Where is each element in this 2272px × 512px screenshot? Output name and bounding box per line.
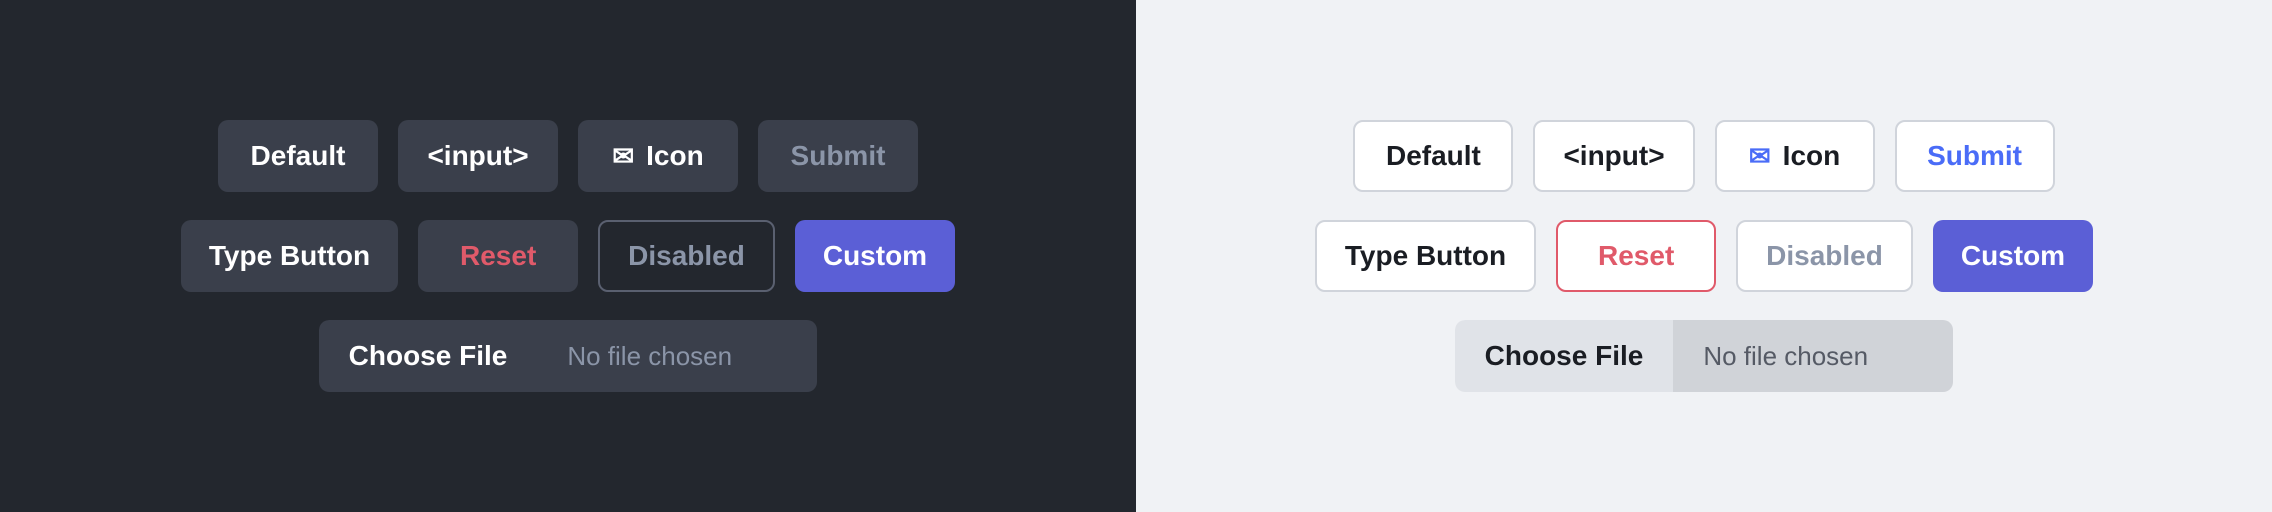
light-row-1: Default <input> ✉ Icon Submit xyxy=(1353,120,2054,192)
dark-reset-button[interactable]: Reset xyxy=(418,220,578,292)
dark-row-1: Default <input> ✉ Icon Submit xyxy=(218,120,918,192)
dark-typebutton-button[interactable]: Type Button xyxy=(181,220,398,292)
dark-no-file-label: No file chosen xyxy=(537,320,817,392)
dark-input-label: <input> xyxy=(427,140,528,172)
envelope-icon-light: ✉ xyxy=(1749,141,1771,172)
dark-submit-label: Submit xyxy=(791,140,886,172)
dark-reset-label: Reset xyxy=(460,240,536,272)
light-submit-label: Submit xyxy=(1927,140,2022,172)
light-icon-button[interactable]: ✉ Icon xyxy=(1715,120,1875,192)
light-reset-button[interactable]: Reset xyxy=(1556,220,1716,292)
dark-icon-label: Icon xyxy=(646,140,704,172)
light-default-button[interactable]: Default xyxy=(1353,120,1513,192)
light-input-label: <input> xyxy=(1563,140,1664,172)
dark-input-button[interactable]: <input> xyxy=(398,120,558,192)
light-custom-label: Custom xyxy=(1961,240,2065,272)
light-submit-button[interactable]: Submit xyxy=(1895,120,2055,192)
dark-file-input: Choose File No file chosen xyxy=(319,320,818,392)
dark-custom-button[interactable]: Custom xyxy=(795,220,955,292)
light-file-row: Choose File No file chosen xyxy=(1455,320,1954,392)
light-input-button[interactable]: <input> xyxy=(1533,120,1694,192)
light-disabled-button[interactable]: Disabled xyxy=(1736,220,1913,292)
dark-default-button[interactable]: Default xyxy=(218,120,378,192)
light-typebutton-label: Type Button xyxy=(1345,240,1506,272)
light-choose-file-button[interactable]: Choose File xyxy=(1455,320,1674,392)
dark-icon-button[interactable]: ✉ Icon xyxy=(578,120,738,192)
dark-typebutton-label: Type Button xyxy=(209,240,370,272)
dark-row-2: Type Button Reset Disabled Custom xyxy=(181,220,955,292)
light-reset-label: Reset xyxy=(1598,240,1674,272)
dark-custom-label: Custom xyxy=(823,240,927,272)
dark-disabled-button[interactable]: Disabled xyxy=(598,220,775,292)
dark-disabled-label: Disabled xyxy=(628,240,745,272)
light-panel: Default <input> ✉ Icon Submit Type Butto… xyxy=(1136,0,2272,512)
light-file-input: Choose File No file chosen xyxy=(1455,320,1954,392)
dark-choose-file-label: Choose File xyxy=(349,340,508,372)
light-disabled-label: Disabled xyxy=(1766,240,1883,272)
light-choose-file-label: Choose File xyxy=(1485,340,1644,372)
dark-choose-file-button[interactable]: Choose File xyxy=(319,320,538,392)
light-typebutton-button[interactable]: Type Button xyxy=(1315,220,1536,292)
envelope-icon: ✉ xyxy=(612,141,634,172)
light-no-file-label: No file chosen xyxy=(1673,320,1953,392)
light-custom-button[interactable]: Custom xyxy=(1933,220,2093,292)
dark-panel: Default <input> ✉ Icon Submit Type Butto… xyxy=(0,0,1136,512)
dark-file-row: Choose File No file chosen xyxy=(319,320,818,392)
dark-submit-button[interactable]: Submit xyxy=(758,120,918,192)
light-icon-label: Icon xyxy=(1783,140,1841,172)
light-default-label: Default xyxy=(1386,140,1481,172)
light-row-2: Type Button Reset Disabled Custom xyxy=(1315,220,2093,292)
dark-default-label: Default xyxy=(251,140,346,172)
